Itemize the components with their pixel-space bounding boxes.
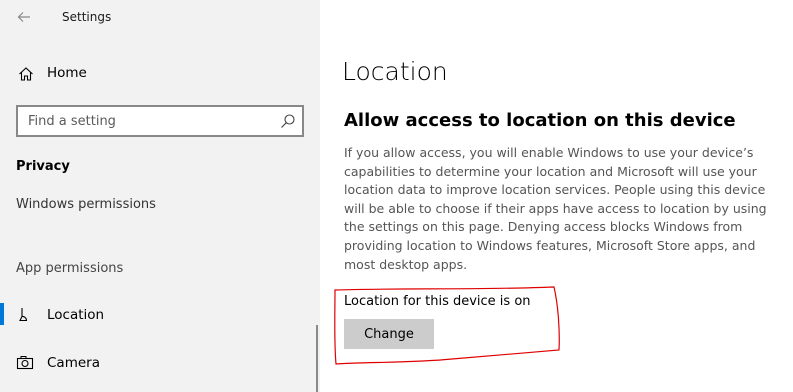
app-permissions-header: App permissions xyxy=(16,261,124,276)
home-label: Home xyxy=(47,65,87,81)
page-title: Location xyxy=(342,57,448,86)
section-header-privacy: Privacy xyxy=(16,159,70,174)
window-title: Settings xyxy=(62,10,112,24)
sidebar: Settings Home Privacy Windows permission… xyxy=(0,0,320,392)
sidebar-item-location[interactable]: Location xyxy=(0,297,320,333)
camera-icon xyxy=(16,356,34,370)
sidebar-item-home[interactable]: Home xyxy=(0,60,320,88)
selection-indicator xyxy=(0,303,4,325)
sidebar-item-camera[interactable]: Camera xyxy=(0,345,320,381)
sidebar-item-label: Location xyxy=(47,307,105,323)
location-icon xyxy=(19,308,28,322)
search-input[interactable] xyxy=(18,107,268,135)
back-arrow-icon xyxy=(17,12,30,22)
sidebar-scrollbar[interactable] xyxy=(316,325,318,392)
sidebar-item-label: Camera xyxy=(47,355,100,371)
windows-permissions-header: Windows permissions xyxy=(16,197,156,212)
location-description: If you allow access, you will enable Win… xyxy=(344,145,767,272)
section-title: Allow access to location on this device xyxy=(344,110,736,131)
location-status-text: Location for this device is on xyxy=(344,294,531,309)
back-button[interactable] xyxy=(10,4,38,30)
search-box[interactable] xyxy=(16,105,304,137)
home-icon xyxy=(19,67,33,81)
main-content: Location Allow access to location on thi… xyxy=(320,0,793,392)
search-icon[interactable] xyxy=(280,113,296,129)
change-button[interactable]: Change xyxy=(344,319,434,349)
